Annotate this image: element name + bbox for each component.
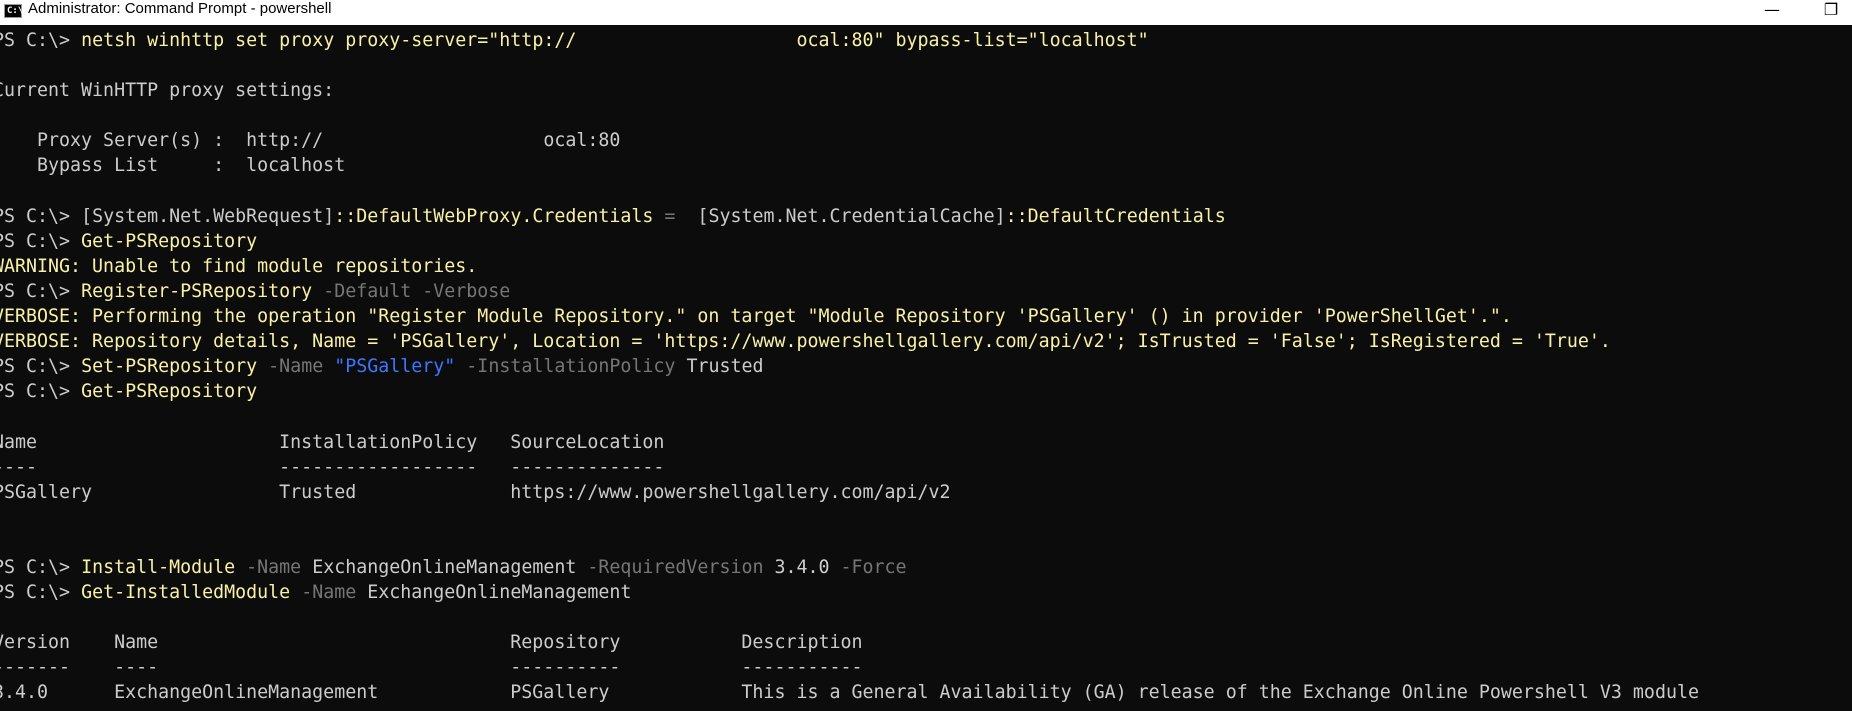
prompt: PS C:\> — [0, 356, 82, 378]
argument-text: Trusted — [686, 356, 764, 378]
prompt: PS C:\> — [0, 556, 82, 578]
verbose-line: VERBOSE: Repository details, Name = 'PSG… — [0, 331, 1611, 353]
terminal-line: PS C:\> [System.Net.WebRequest]::Default… — [0, 204, 1852, 229]
parameter-text: -Name — [257, 356, 335, 378]
prompt: PS C:\> — [0, 230, 82, 252]
prompt: PS C:\> — [0, 205, 82, 227]
prompt: PS C:\> — [0, 30, 82, 51]
type-literal: [System.Net.WebRequest] — [81, 205, 335, 227]
terminal-line: PS C:\> Register-PSRepository -Default -… — [0, 279, 1852, 304]
window-title: Administrator: Command Prompt - powershe… — [28, 0, 332, 17]
parameter-text: -RequiredVersion — [576, 556, 775, 578]
prompt: PS C:\> — [0, 582, 82, 604]
minimize-button[interactable]: — — [1749, 0, 1795, 25]
title-bar[interactable]: C:\ Administrator: Command Prompt - powe… — [0, 0, 1852, 25]
argument-text: ExchangeOnlineManagement — [367, 582, 632, 604]
member-text: ::DefaultWebProxy.Credentials — [334, 205, 654, 227]
table-header: Name InstallationPolicy SourceLocation — [0, 431, 665, 453]
parameter-text: -Force — [829, 556, 907, 578]
terminal-line: PS C:\> Get-PSRepository — [0, 379, 1852, 404]
terminal-line: PS C:\> Install-Module -Name ExchangeOnl… — [0, 555, 1852, 580]
argument-text: ExchangeOnlineManagement — [312, 556, 577, 578]
terminal-line: Current WinHTTP proxy settings: — [0, 80, 335, 102]
cmd-icon: C:\ — [4, 4, 23, 18]
command-text: Get-PSRepository — [81, 381, 258, 403]
terminal-output[interactable]: PS C:\> netsh winhttp set proxy proxy-se… — [0, 25, 1852, 711]
argument-text: 3.4.0 — [774, 556, 830, 578]
command-text: Set-PSRepository — [81, 356, 258, 378]
parameter-text: -Default -Verbose — [312, 280, 511, 302]
terminal-line: Proxy Server(s) : http:// ocal:80 — [0, 128, 1852, 153]
terminal-line: PS C:\> Get-PSRepository — [0, 229, 1852, 254]
command-text: Register-PSRepository — [81, 280, 313, 302]
warning-line: WARNING: Unable to find module repositor… — [0, 255, 478, 277]
verbose-line: VERBOSE: Performing the operation "Regis… — [0, 306, 1512, 328]
table-divider: ---- ------------------ -------------- — [0, 456, 665, 478]
output-text: Proxy Server(s) : http:// — [0, 130, 324, 152]
redacted-region — [576, 30, 796, 51]
command-text: Get-InstalledModule — [81, 582, 291, 604]
operator: = — [653, 205, 698, 227]
command-text: Get-PSRepository — [81, 230, 258, 252]
table-row: 3.4.0 ExchangeOnlineManagement PSGallery… — [0, 682, 1699, 704]
terminal-line: Bypass List : localhost — [0, 155, 346, 177]
table-header: Version Name Repository Description — [0, 632, 863, 654]
command-text: netsh winhttp set proxy proxy-server="ht… — [81, 30, 577, 51]
redacted-region — [323, 130, 543, 151]
table-divider: ------- ---- ---------- ----------- — [0, 657, 863, 679]
parameter-text: -Name — [235, 556, 313, 578]
type-literal: [System.Net.CredentialCache] — [697, 205, 1006, 227]
command-text: ocal:80" bypass-list="localhost" — [796, 30, 1149, 51]
terminal-line: PS C:\> Set-PSRepository -Name "PSGaller… — [0, 354, 1852, 379]
terminal-line: PS C:\> Get-InstalledModule -Name Exchan… — [0, 580, 1852, 605]
command-text: Install-Module — [81, 556, 236, 578]
output-text: ocal:80 — [543, 130, 621, 152]
terminal-line: PS C:\> netsh winhttp set proxy proxy-se… — [0, 28, 1852, 53]
restore-button[interactable]: ❐ — [1808, 0, 1852, 25]
table-row: PSGallery Trusted https://www.powershell… — [0, 481, 951, 503]
parameter-text: -InstallationPolicy — [455, 356, 687, 378]
member-text: ::DefaultCredentials — [1005, 205, 1226, 227]
prompt: PS C:\> — [0, 381, 82, 403]
parameter-text: -Name — [290, 582, 368, 604]
prompt: PS C:\> — [0, 280, 82, 302]
string-literal: "PSGallery" — [334, 356, 456, 378]
